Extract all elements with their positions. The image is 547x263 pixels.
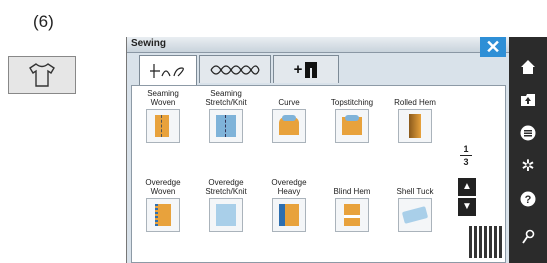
close-button[interactable]: ✕ (480, 37, 506, 57)
tools-icon[interactable] (516, 225, 540, 249)
svg-text:?: ? (525, 194, 532, 206)
seaming-woven-icon (146, 109, 180, 143)
tab-utility-stitches[interactable] (139, 55, 197, 85)
title-bar: Sewing (127, 37, 510, 53)
stitch-item[interactable]: Blind Hem (321, 178, 383, 232)
overedge-heavy-icon (272, 198, 306, 232)
page-up-button[interactable]: ▲ (458, 178, 476, 196)
decorative-stitch-icon (210, 64, 260, 75)
overedge-woven-icon (146, 198, 180, 232)
right-sidebar: ✲ ? (509, 37, 547, 263)
settings-icon[interactable]: ✲ (516, 154, 540, 178)
tab-presser-feet[interactable]: + (273, 55, 339, 83)
presser-foot-icon (305, 61, 318, 78)
curve-icon (272, 109, 306, 143)
panel-title: Sewing (131, 38, 167, 49)
menu-icon[interactable] (516, 121, 540, 145)
stitch-item[interactable]: Shell Tuck (384, 178, 446, 232)
stitch-label: Seaming Stretch/Knit (205, 89, 247, 107)
seaming-stretch-icon (209, 109, 243, 143)
topstitching-icon (335, 109, 369, 143)
stitch-label: Seaming Woven (147, 89, 179, 107)
stitch-label: Topstitching (330, 98, 374, 107)
down-arrow-icon: ▼ (462, 201, 472, 212)
stitch-item[interactable]: Topstitching (321, 89, 383, 143)
stitch-item[interactable]: Overedge Woven (132, 178, 194, 232)
utility-stitch-icon (150, 63, 184, 78)
blind-hem-icon (335, 198, 369, 232)
qr-code (469, 226, 503, 258)
import-icon[interactable] (516, 88, 540, 112)
step-number: (6) (33, 12, 54, 31)
up-arrow-icon: ▲ (462, 181, 472, 192)
help-icon[interactable]: ? (516, 187, 540, 211)
garment-button[interactable] (8, 56, 76, 94)
stitch-item[interactable]: Rolled Hem (384, 89, 446, 143)
stitch-label: Rolled Hem (394, 98, 436, 107)
tab-presser-feet-label: + (293, 61, 303, 78)
home-icon[interactable] (516, 55, 540, 79)
stitch-item[interactable]: Seaming Stretch/Knit (195, 89, 257, 143)
shell-tuck-icon (398, 198, 432, 232)
stitch-item[interactable]: Overedge Heavy (258, 178, 320, 232)
overedge-stretch-icon (209, 198, 243, 232)
rolled-hem-icon (398, 109, 432, 143)
stitch-label: Curve (278, 98, 300, 107)
shirt-icon (29, 63, 55, 87)
stitch-label: Shell Tuck (396, 187, 434, 196)
stitch-label: Blind Hem (333, 187, 371, 196)
page-current: 1 (463, 144, 469, 154)
stitch-grid: Seaming Woven Seaming Stretch/Knit Curve… (131, 85, 506, 263)
stitch-item[interactable]: Curve (258, 89, 320, 143)
stitch-label: Overedge Woven (145, 178, 181, 196)
sewing-panel: Sewing ✕ + Seaming Woven Seaming Stretch… (126, 37, 510, 263)
page-total: 3 (463, 157, 469, 167)
page-indicator: 1 3 (458, 144, 474, 167)
stitch-label: Overedge Stretch/Knit (205, 178, 247, 196)
stitch-item[interactable]: Seaming Woven (132, 89, 194, 143)
tab-decorative-stitches[interactable] (199, 55, 271, 83)
stitch-item[interactable]: Overedge Stretch/Knit (195, 178, 257, 232)
stitch-label: Overedge Heavy (271, 178, 307, 196)
page-down-button[interactable]: ▼ (458, 198, 476, 216)
